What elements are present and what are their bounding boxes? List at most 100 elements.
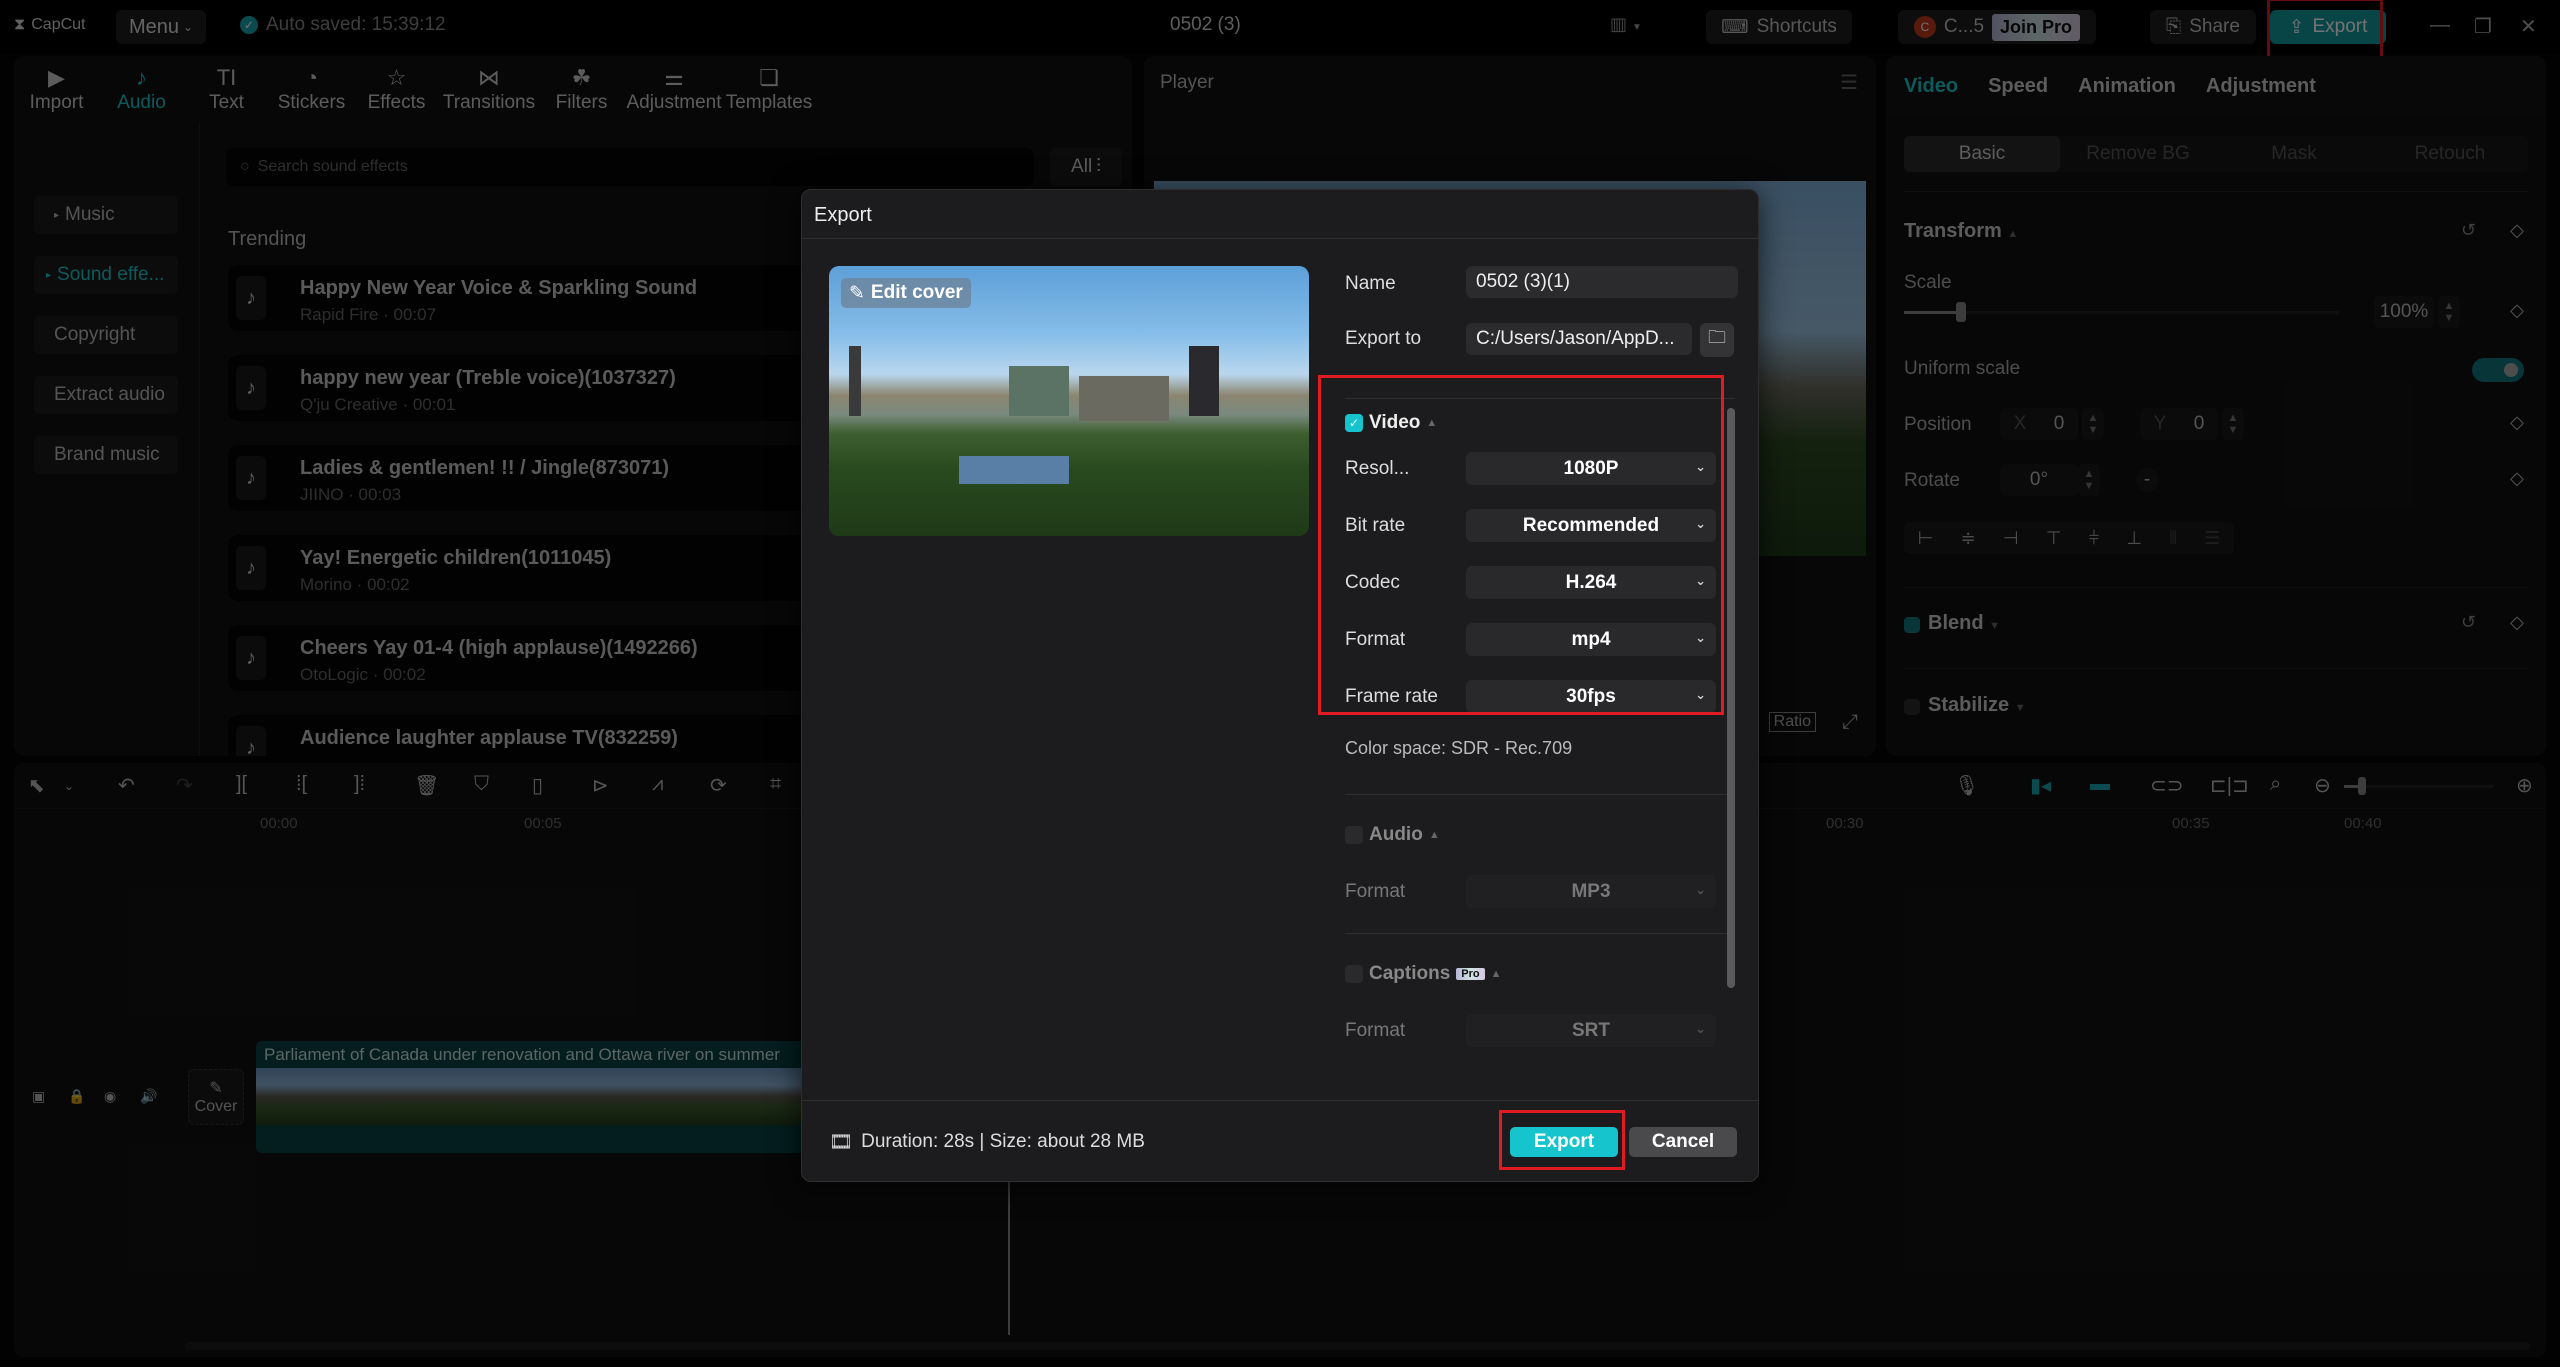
settings-scrollbar[interactable] xyxy=(1727,408,1735,988)
video-checkbox[interactable]: ✓ xyxy=(1345,414,1363,432)
align-center-h-icon[interactable]: ≑ xyxy=(1961,528,1976,549)
align-center-v-icon[interactable]: ⫩ xyxy=(2089,528,2099,549)
zoom-out-icon[interactable]: ⊖ xyxy=(2314,773,2331,798)
blend-header[interactable]: Blend ▼ xyxy=(1928,612,2000,635)
delete-icon[interactable]: 🗑 xyxy=(414,773,439,798)
layout-button[interactable]: ▥ ▼ xyxy=(1610,14,1642,35)
export-path-input[interactable]: C:/Users/Jason/AppD... xyxy=(1466,323,1692,355)
scale-value-input[interactable]: 100% xyxy=(2374,296,2434,328)
codec-select[interactable]: H.264 ⌄ xyxy=(1466,566,1716,599)
distribute-h-icon[interactable]: ⫴ xyxy=(2169,528,2177,549)
align-right-icon[interactable]: ⊣ xyxy=(2003,528,2019,549)
tool-filters[interactable]: ☘ Filters xyxy=(539,56,624,122)
timeline-zoom-thumb[interactable] xyxy=(2358,777,2366,795)
frame-rate-select[interactable]: 30fps ⌄ xyxy=(1466,680,1716,713)
join-pro-button[interactable]: Join Pro xyxy=(1992,13,2081,41)
blend-checkbox[interactable] xyxy=(1904,617,1920,633)
keyframe-icon[interactable]: ◇ xyxy=(2510,468,2524,489)
split-left-icon[interactable]: ⁞[ xyxy=(296,773,307,796)
freeze-icon[interactable]: ▯ xyxy=(532,773,543,798)
reset-icon[interactable]: ↺ xyxy=(2461,612,2476,633)
tool-stickers[interactable]: ◔ Stickers xyxy=(269,56,354,122)
marker-icon[interactable]: ⛉ xyxy=(474,773,489,796)
tool-text[interactable]: TI Text xyxy=(184,56,269,122)
export-button[interactable]: Export xyxy=(1510,1127,1618,1157)
lock-icon[interactable]: 🔒 xyxy=(68,1088,85,1105)
ratio-button[interactable]: Ratio xyxy=(1768,712,1816,732)
tab-speed[interactable]: Speed xyxy=(1988,75,2048,98)
search-sound-effects-input[interactable]: ○ Search sound effects xyxy=(226,148,1034,186)
account-button[interactable]: C C...5 Join Pro xyxy=(1898,10,2096,44)
fullscreen-icon[interactable]: ⤢ xyxy=(1842,711,1858,734)
redo-icon[interactable]: ↷ xyxy=(176,773,193,798)
share-button[interactable]: ⎘ Share xyxy=(2150,10,2256,44)
volume-icon[interactable]: 🔊 xyxy=(140,1088,157,1105)
scale-stepper[interactable]: ▲ ▼ xyxy=(2438,296,2460,328)
position-y-stepper[interactable]: ▲ ▼ xyxy=(2222,408,2244,440)
sidebar-item-music[interactable]: ▸ Music xyxy=(34,196,178,234)
zoom-fit-icon[interactable]: ⌕ xyxy=(2270,773,2281,796)
audio-checkbox[interactable] xyxy=(1345,826,1363,844)
sidebar-item-sound-effects[interactable]: ▸ Sound effe... xyxy=(34,256,178,294)
select-tool-icon[interactable]: ⬉ xyxy=(28,773,45,798)
shortcuts-button[interactable]: ⌨ Shortcuts xyxy=(1706,10,1852,44)
tool-import[interactable]: ▶︎ Import xyxy=(14,56,99,122)
name-input[interactable]: 0502 (3)(1) xyxy=(1466,266,1738,298)
hamburger-menu-icon[interactable]: ☰ xyxy=(1840,70,1858,95)
subtab-mask[interactable]: Mask xyxy=(2216,136,2372,172)
scale-slider-thumb[interactable] xyxy=(1955,302,1966,322)
crop-icon[interactable]: ⌗ xyxy=(770,773,781,796)
zoom-in-icon[interactable]: ⊕ xyxy=(2516,773,2533,798)
stabilize-checkbox[interactable] xyxy=(1904,699,1920,715)
split-preview-icon[interactable]: ⊏|⊐ xyxy=(2210,773,2249,798)
captions-format-select[interactable]: SRT ⌄ xyxy=(1466,1014,1716,1047)
tool-templates[interactable]: ❏ Templates xyxy=(724,56,814,122)
playhead[interactable] xyxy=(1008,1170,1010,1335)
sidebar-item-copyright[interactable]: Copyright xyxy=(34,316,178,354)
split-right-icon[interactable]: ]⁞ xyxy=(354,773,365,796)
align-bottom-icon[interactable]: ⊥ xyxy=(2126,528,2142,549)
tab-video[interactable]: Video xyxy=(1904,75,1958,98)
subtab-retouch[interactable]: Retouch xyxy=(2372,136,2528,172)
main-track-magnet-icon[interactable]: ▮◂ xyxy=(2030,773,2051,798)
menu-button[interactable]: Menu ⌄ xyxy=(116,10,206,44)
tab-animation[interactable]: Animation xyxy=(2078,75,2176,98)
cover-button[interactable]: ✎ Cover xyxy=(188,1069,244,1125)
bitrate-select[interactable]: Recommended ⌄ xyxy=(1466,509,1716,542)
position-y-input[interactable]: Y0 xyxy=(2140,408,2218,440)
reverse-icon[interactable]: ⊳ xyxy=(592,773,609,798)
rotate-input[interactable]: 0° xyxy=(2000,464,2078,496)
captions-checkbox[interactable] xyxy=(1345,965,1363,983)
captions-section-header[interactable]: Captions Pro ▲ xyxy=(1345,963,1502,985)
eye-icon[interactable]: ◉ xyxy=(104,1088,116,1105)
tool-adjustment[interactable]: ⚌ Adjustment xyxy=(624,56,724,122)
microphone-icon[interactable]: 🎙 xyxy=(1954,773,1979,798)
rotate-stepper[interactable]: ▲ ▼ xyxy=(2078,464,2100,496)
restore-button[interactable]: ❐ xyxy=(2474,14,2492,39)
split-icon[interactable]: ][ xyxy=(236,773,247,796)
sidebar-item-extract-audio[interactable]: Extract audio xyxy=(34,376,178,414)
undo-icon[interactable]: ↶ xyxy=(118,773,135,798)
track-video-icon[interactable]: ▣ xyxy=(32,1088,45,1105)
rotate-icon[interactable]: ⟳ xyxy=(710,773,727,798)
subtab-basic[interactable]: Basic xyxy=(1904,136,2060,172)
tool-audio[interactable]: ♪ Audio xyxy=(99,56,184,122)
minimize-button[interactable]: — xyxy=(2430,14,2450,37)
sidebar-item-brand-music[interactable]: Brand music xyxy=(34,436,178,474)
chevron-down-icon[interactable]: ⌄ xyxy=(64,779,74,793)
tool-transitions[interactable]: ⋈ Transitions xyxy=(439,56,539,122)
tool-effects[interactable]: ☆ Effects xyxy=(354,56,439,122)
scrollbar-thumb[interactable] xyxy=(1727,408,1735,988)
resolution-select[interactable]: 1080P ⌄ xyxy=(1466,452,1716,485)
position-x-input[interactable]: X0 xyxy=(2000,408,2078,440)
link-icon[interactable]: ⊂⊃ xyxy=(2150,773,2184,798)
cancel-button[interactable]: Cancel xyxy=(1629,1127,1737,1157)
stabilize-header[interactable]: Stabilize ▼ xyxy=(1928,694,2026,717)
align-top-icon[interactable]: ⊤ xyxy=(2046,528,2062,549)
timeline-zoom-slider[interactable] xyxy=(2344,777,2494,795)
scale-slider[interactable] xyxy=(1904,302,2339,322)
tab-adjustment[interactable]: Adjustment xyxy=(2206,75,2316,98)
keyframe-icon[interactable]: ◇ xyxy=(2510,300,2524,321)
format-select[interactable]: mp4 ⌄ xyxy=(1466,623,1716,656)
filter-all-button[interactable]: All ⫶ xyxy=(1050,148,1122,186)
